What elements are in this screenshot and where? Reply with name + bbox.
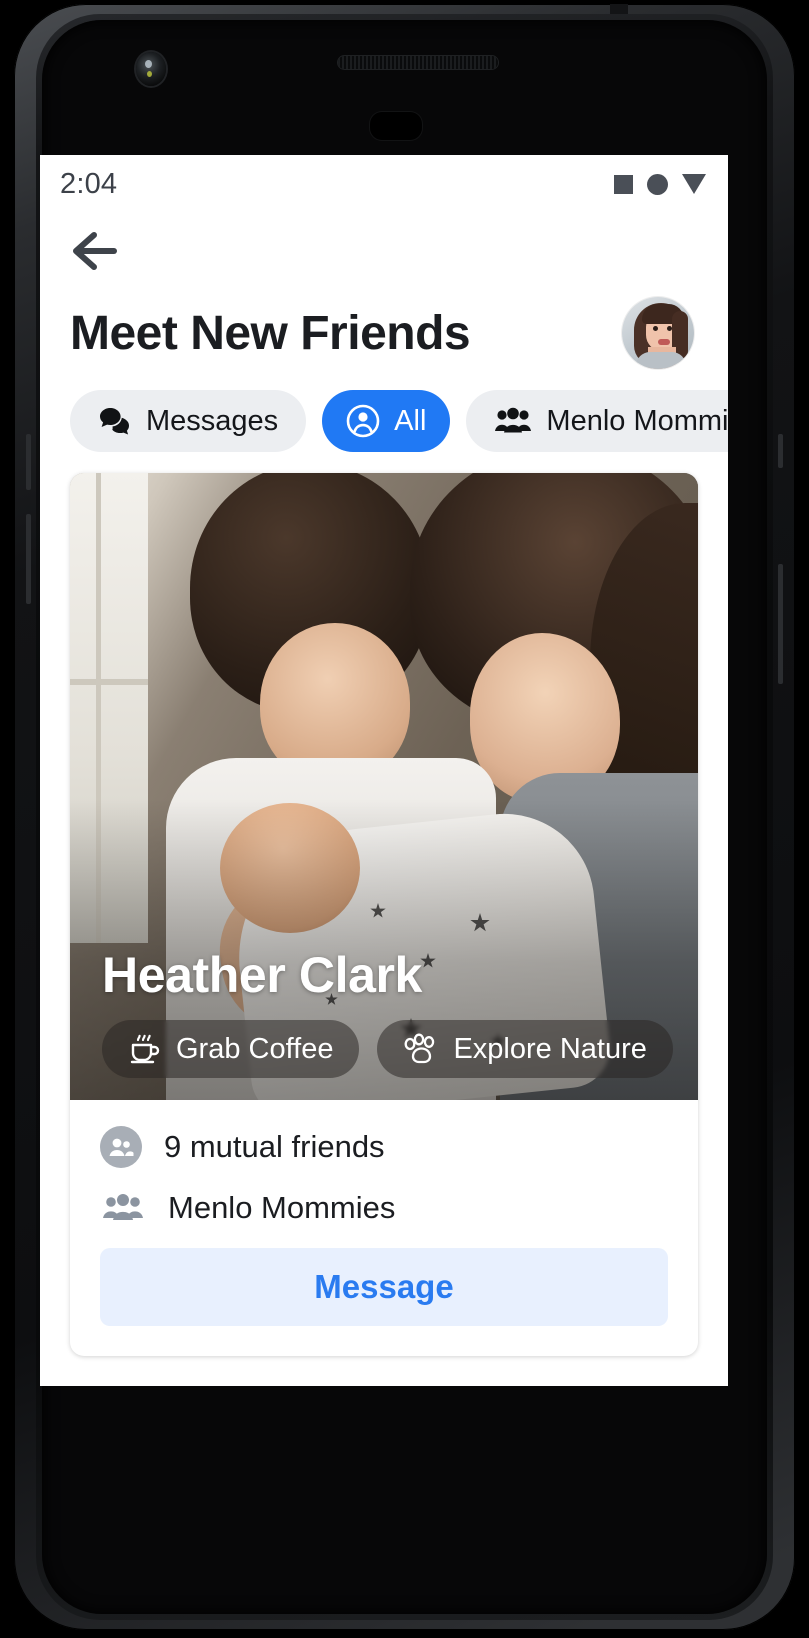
tag-explore-nature[interactable]: Explore Nature [377,1020,673,1078]
status-bar: 2:04 [40,155,728,213]
interest-tags: Grab Coffee Explore Nature [102,1020,698,1078]
avatar[interactable] [622,297,694,369]
profile-name: Heather Clark [102,947,422,1003]
status-time: 2:04 [60,167,118,200]
group-row: Menlo Mommies [100,1190,668,1226]
mutual-friends-label: 9 mutual friends [164,1129,385,1164]
earpiece-speaker [338,56,498,69]
two-people-glyph [109,1138,134,1156]
front-camera-icon [136,52,166,86]
chip-all[interactable]: All [322,390,451,452]
filter-chips: Messages All Menlo Mommi [40,375,728,455]
header-row: Meet New Friends [40,289,728,375]
tag-label: Grab Coffee [176,1032,334,1065]
profile-card[interactable]: Heather Clark Grab Coffee Explore Nature… [70,473,698,1356]
chip-messages[interactable]: Messages [70,390,307,452]
proximity-sensor [370,112,422,140]
back-arrow-icon [73,232,117,270]
person-circle-icon [346,404,380,438]
group-people-icon [100,1193,146,1223]
phone-screen: 2:04 Meet New Friends Messages All Menlo… [40,155,728,1386]
group-people-icon [495,407,532,433]
tag-label: Explore Nature [453,1032,647,1065]
tag-grab-coffee[interactable]: Grab Coffee [102,1020,360,1078]
chip-label: Messages [146,404,279,437]
group-people-glyph [103,1194,143,1220]
screenshot-stage: 2:04 Meet New Friends Messages All Menlo… [0,0,809,1638]
card-body: 9 mutual friends Menlo Mommies Message [70,1100,698,1356]
coffee-cup-icon [130,1034,160,1064]
nav-bar [40,213,728,289]
status-icons [614,173,706,195]
side-button-left-lower[interactable] [26,514,31,604]
chip-menlo-mommies[interactable]: Menlo Mommies [466,390,728,452]
square-icon [614,174,633,194]
chat-bubbles-icon [100,408,129,435]
side-button-right-lower[interactable] [778,564,783,684]
group-label: Menlo Mommies [168,1190,396,1225]
message-button[interactable]: Message [100,1248,668,1326]
mutual-friends-icon [100,1126,142,1168]
mutual-friends-row: 9 mutual friends [100,1126,668,1168]
chip-label: Menlo Mommies [546,404,728,437]
back-button[interactable] [70,227,126,275]
chip-label: All [394,404,427,437]
triangle-icon [682,174,706,194]
profile-photo: Heather Clark Grab Coffee Explore Nature [70,473,698,1100]
side-button-left-upper[interactable] [26,434,31,490]
circle-icon [647,173,668,195]
photo-overlay: Heather Clark Grab Coffee Explore Nature [70,946,698,1100]
page-title: Meet New Friends [70,306,471,360]
paw-print-icon [405,1033,435,1064]
side-button-right-upper[interactable] [778,434,783,468]
